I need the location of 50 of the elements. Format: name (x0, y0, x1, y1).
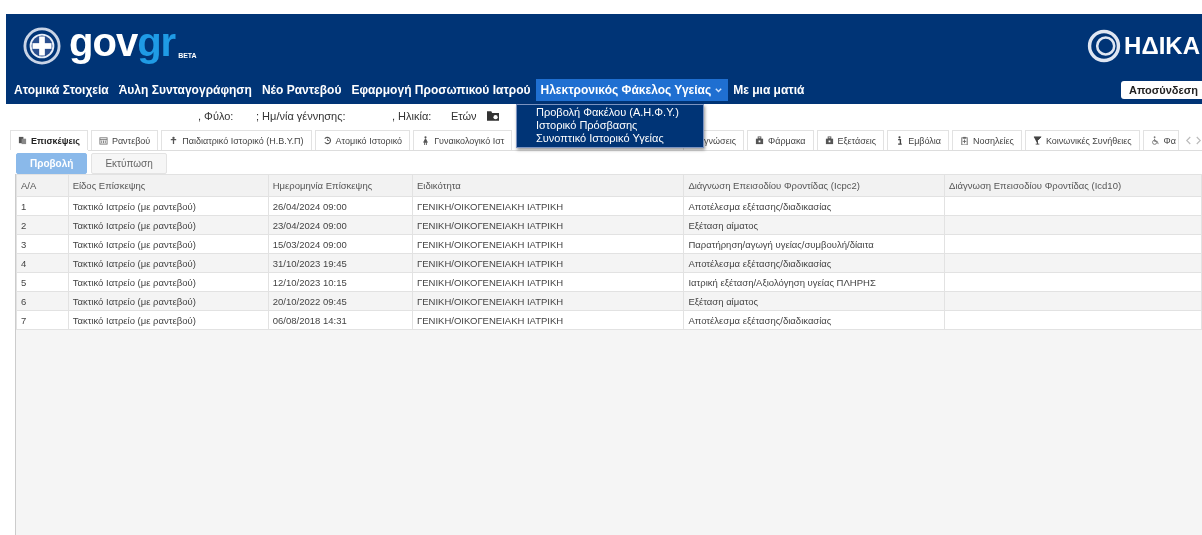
menu-item[interactable]: Προβολή Φακέλου (Α.Η.Φ.Υ.) (517, 106, 703, 119)
tab[interactable]: Κοινωνικές Συνήθειες (1024, 130, 1140, 150)
tab[interactable]: Παιδιατρικό Ιστορικό (Η.Β.Υ.Π) (161, 130, 312, 150)
tab[interactable]: Εξετάσεις (816, 130, 885, 150)
history-icon (322, 136, 332, 145)
tab[interactable]: Εμβόλια (887, 130, 950, 150)
swirl-logo-icon (1087, 29, 1122, 63)
briefcase-icon (824, 136, 834, 145)
tab[interactable]: Ατομικό Ιστορικό (314, 130, 411, 150)
tab[interactable]: Φα (1142, 130, 1179, 150)
info-icon (895, 136, 905, 145)
document-icon (18, 136, 27, 145)
female-figure-icon (421, 136, 431, 145)
idika-logo: ΗΔΙΚΑ (1124, 32, 1200, 60)
folder-icon (487, 110, 499, 121)
govgr-logo: govgr (69, 22, 176, 62)
tab[interactable]: Γυναικολογικό Ιστ (413, 130, 513, 150)
action-button[interactable]: Εκτύπωση (91, 153, 167, 174)
scroll-right-icon[interactable] (1195, 135, 1202, 145)
wheelchair-icon (1150, 136, 1160, 145)
caret-icon (714, 85, 724, 95)
scroll-left-icon[interactable] (1185, 135, 1192, 145)
figure-icon (169, 136, 179, 145)
column-header[interactable]: Είδος Επίσκεψης (68, 174, 269, 197)
calendar-icon (98, 136, 108, 145)
emblem-icon (23, 27, 61, 65)
nav-link[interactable]: Νέο Ραντεβού (256, 79, 347, 101)
tab[interactable]: Νοσηλείες (952, 130, 1022, 150)
logout-button[interactable]: Αποσύνδεση (1121, 81, 1202, 99)
nav-link[interactable]: Ηλεκτρονικός Φάκελος Υγείας (535, 79, 729, 101)
briefcase-icon (755, 136, 765, 145)
info-label: ; Ημ/νία γέννησης: (256, 110, 346, 122)
nav-link[interactable]: Με μια ματιά (728, 79, 810, 101)
column-header[interactable]: Ειδικότητα (412, 174, 684, 197)
column-header[interactable]: Α/Α (16, 174, 69, 197)
nav-link[interactable]: Άυλη Συνταγογράφηση (113, 79, 257, 101)
menu-item[interactable]: Ιστορικό Πρόσβασης (517, 119, 703, 132)
clipboard-icon (960, 136, 970, 145)
nav-link[interactable]: Ατομικά Στοιχεία (9, 79, 114, 101)
info-label: Ετών (451, 110, 477, 122)
info-label: , Φύλο: (198, 110, 234, 122)
tab[interactable]: Ραντεβού (90, 130, 159, 150)
column-header[interactable]: Διάγνωση Επεισοδίου Φροντίδας (Icpc2) (683, 174, 945, 197)
column-header[interactable]: Διάγνωση Επεισοδίου Φροντίδας (Icd10) (944, 174, 1202, 197)
glass-icon (1032, 136, 1042, 145)
info-label: , Ηλικία: (392, 110, 432, 122)
tab[interactable]: Φάρμακα (747, 130, 814, 150)
column-header[interactable]: Ημερομηνία Επίσκεψης (268, 174, 413, 197)
nav-link[interactable]: Εφαρμογή Προσωπικού Ιατρού (346, 79, 536, 101)
tab[interactable]: Επισκέψεις (10, 130, 88, 150)
